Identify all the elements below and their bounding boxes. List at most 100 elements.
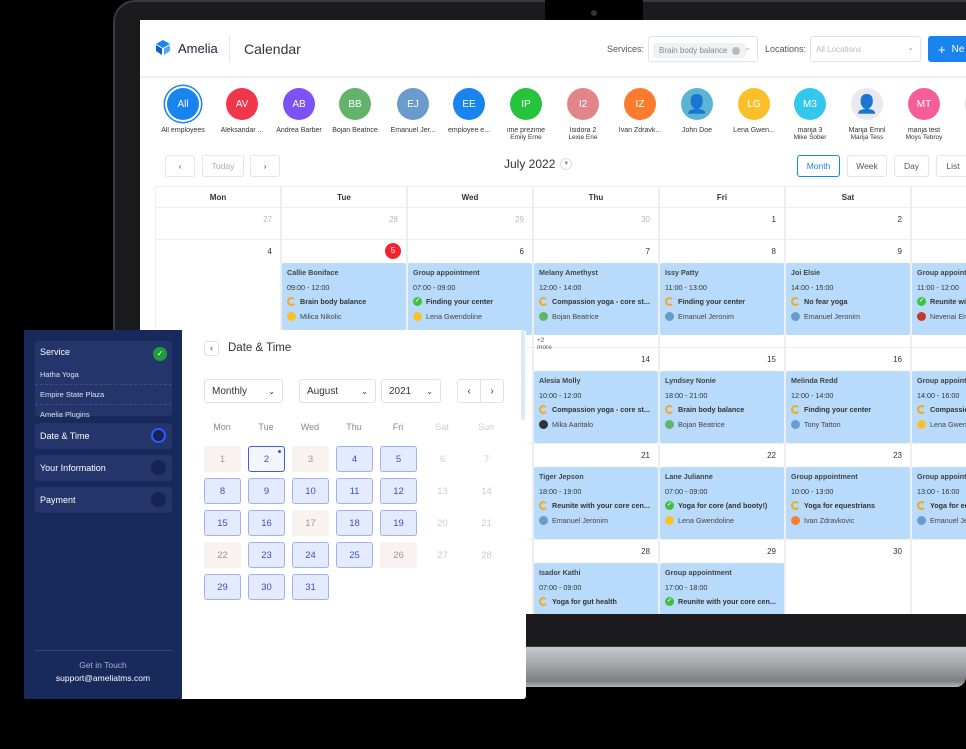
chevron-down-icon[interactable]: ▼ — [560, 158, 573, 170]
employee-name: Bojan Beatrice — [552, 311, 599, 321]
service-row: Yoga for equestrians — [917, 501, 966, 516]
step-your-information[interactable]: Your Information — [35, 455, 172, 481]
date-8[interactable]: 8 — [204, 478, 241, 504]
locations-select[interactable]: All Locations ⌄ — [810, 36, 921, 62]
appointment-card[interactable]: Callie Boniface 09:00 - 12:00 Brain body b… — [282, 263, 406, 335]
new-appointment-button[interactable]: + Ne — [928, 36, 966, 62]
employee-avatar-item[interactable]: BB Bojan Beatrice — [325, 88, 385, 134]
employee-subname: Marija Tess — [850, 134, 884, 141]
today-button[interactable]: Today — [202, 155, 244, 177]
appointment-card[interactable]: Melany Amethyst 12:00 - 14:00 Compassion y… — [534, 263, 658, 335]
step-date-time[interactable]: Date & Time — [35, 423, 172, 449]
logo[interactable]: Amelia — [154, 39, 218, 57]
year-select[interactable]: 2021 ⌄ — [381, 379, 441, 403]
view-week-button[interactable]: Week — [847, 155, 887, 177]
appointment-card[interactable]: Joi Elsie 14:00 - 15:00 No fear yoga Emanue… — [786, 263, 910, 335]
employee-avatar-item[interactable]: 👤 John Doe — [667, 88, 727, 134]
date-11[interactable]: 11 — [336, 478, 373, 504]
month-title[interactable]: July 2022 ▼ — [504, 157, 573, 171]
support-email[interactable]: support@ameliatms.com — [24, 673, 182, 683]
customer-name: Lane Julianne — [665, 472, 713, 481]
employee-avatar-item[interactable]: EJ Emanuel Jer... — [383, 88, 443, 134]
employee-avatar-item[interactable]: AB Andrea Barber — [269, 88, 329, 134]
day-cell[interactable]: 31 — [911, 540, 966, 614]
day-cell[interactable]: 1 — [659, 208, 785, 240]
date-15[interactable]: 15 — [204, 510, 241, 536]
close-icon[interactable] — [731, 46, 740, 55]
next-month-button[interactable]: › — [250, 155, 280, 177]
employee-avatar-item[interactable]: EE employee e... — [439, 88, 499, 134]
employee-name: Andrea Barber — [276, 127, 322, 134]
approved-status-icon: ✓ — [917, 297, 926, 306]
date-29[interactable]: 29 — [204, 574, 241, 600]
employee-avatar-item[interactable]: AV Aleksandar ... — [212, 88, 272, 134]
date-31[interactable]: 31 — [292, 574, 329, 600]
date-18[interactable]: 18 — [336, 510, 373, 536]
date-9[interactable]: 9 — [248, 478, 285, 504]
appointment-card[interactable]: Group appointment 10:00 - 13:00 Yoga for e… — [786, 467, 910, 539]
prev-month-button[interactable]: ‹ — [165, 155, 195, 177]
view-month-button[interactable]: Month — [797, 155, 840, 177]
service-chip[interactable]: Brain body balance — [653, 43, 746, 58]
day-cell[interactable]: 29 — [407, 208, 533, 240]
back-button[interactable]: ‹ — [204, 341, 219, 356]
employee-avatar-item[interactable]: ma — [951, 88, 966, 134]
date-19[interactable]: 19 — [380, 510, 417, 536]
appointment-card[interactable]: Group appointment 14:00 - 16:00 Compassion… — [912, 371, 966, 443]
employee-avatar-item[interactable]: IP ime prezime Emily Erne — [496, 88, 556, 141]
appointment-card[interactable]: Melinda Redd 12:00 - 14:00 Finding your ce… — [786, 371, 910, 443]
appointment-card[interactable]: Group appointment 17:00 - 18:00 ✓ Reunite w… — [660, 563, 784, 614]
view-list-button[interactable]: List — [936, 155, 966, 177]
date-5[interactable]: 5 — [380, 446, 417, 472]
employee-avatar-item[interactable]: I2 Isidora 2 Lexie Erie — [553, 88, 613, 141]
appointment-card[interactable]: Tiger Jepson 18:00 - 19:00 Reunite with yo… — [534, 467, 658, 539]
appointment-card[interactable]: Issy Patty 11:00 - 13:00 Finding your cent… — [660, 263, 784, 335]
scrollbar[interactable] — [521, 330, 525, 420]
date-12[interactable]: 12 — [380, 478, 417, 504]
avatar: BB — [339, 88, 371, 120]
employee-avatar-item[interactable]: LG Lena Gwen... — [724, 88, 784, 134]
day-cell[interactable]: 27 — [155, 208, 281, 240]
appointment-card[interactable]: Lane Julianne 07:00 - 09:00 ✓ Yoga for core… — [660, 467, 784, 539]
date-24[interactable]: 24 — [292, 542, 329, 568]
employee-avatar-item[interactable]: IZ Ivan Zdravk... — [610, 88, 670, 134]
employee-avatar-item[interactable]: 👤 Marija Emnl Marija Tess — [837, 88, 897, 141]
date-23[interactable]: 23 — [248, 542, 285, 568]
date-30[interactable]: 30 — [248, 574, 285, 600]
day-cell[interactable]: 3 — [911, 208, 966, 240]
day-cell[interactable]: 30 — [533, 208, 659, 240]
employee-avatar-item[interactable]: All All employees — [153, 88, 213, 134]
next-month-button[interactable]: › — [480, 379, 504, 403]
date-2[interactable]: 2 — [248, 446, 285, 472]
step-service[interactable]: Service ✓ Hatha Yoga Empire State Plaza A… — [35, 341, 172, 419]
appointment-card[interactable]: Isador Kathi 07:00 - 09:00 Yoga for gut he… — [534, 563, 658, 614]
prev-month-button[interactable]: ‹ — [457, 379, 481, 403]
services-select[interactable]: Brain body balance ⌄ — [648, 36, 758, 62]
day-number: 28 — [641, 547, 650, 556]
appointment-card[interactable]: Alesia Molly 10:00 - 12:00 Compassion yoga… — [534, 371, 658, 443]
customer-name: Callie Boniface — [287, 268, 339, 277]
date-16[interactable]: 16 — [248, 510, 285, 536]
appointment-card[interactable]: Lyndsey Nonie 18:00 - 21:00 Brain body bal… — [660, 371, 784, 443]
chevron-down-icon: ⌄ — [268, 386, 275, 396]
employee-avatar-item[interactable]: MT marija test Moys Tebroy — [894, 88, 954, 141]
employee-avatar-icon — [917, 311, 926, 321]
service-name: Compassion yoga — [930, 405, 966, 414]
pending-status-icon — [539, 405, 548, 414]
step-payment[interactable]: Payment — [35, 487, 172, 513]
date-25[interactable]: 25 — [336, 542, 373, 568]
appointment-card[interactable]: Group appointment 11:00 - 12:00 ✓ Reunite w… — [912, 263, 966, 335]
day-cell[interactable]: 28 — [281, 208, 407, 240]
service-name: Compassion yoga - core st... — [552, 405, 650, 414]
month-select[interactable]: August ⌄ — [299, 379, 376, 403]
date-10[interactable]: 10 — [292, 478, 329, 504]
date-4[interactable]: 4 — [336, 446, 373, 472]
day-cell[interactable]: 30 — [785, 540, 911, 614]
view-day-button[interactable]: Day — [894, 155, 929, 177]
day-number: 15 — [767, 355, 776, 364]
period-select[interactable]: Monthly ⌄ — [204, 379, 283, 403]
appointment-card[interactable]: Group appointment 13:00 - 16:00 Yoga for e… — [912, 467, 966, 539]
employee-avatar-item[interactable]: M3 marija 3 Mike Sober — [780, 88, 840, 141]
day-cell[interactable]: 2 — [785, 208, 911, 240]
appointment-card[interactable]: Group appointment 07:00 - 09:00 ✓ Finding y… — [408, 263, 532, 335]
